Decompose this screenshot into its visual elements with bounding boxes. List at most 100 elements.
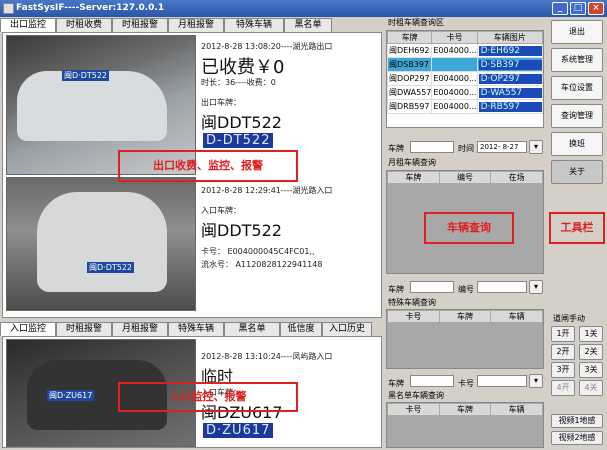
special-plate-label: 车牌 [388,379,404,388]
table-row[interactable]: 闽DWA557 E004000... D·WA557 [386,85,544,100]
table-row[interactable]: 闽DSB397 D·SB397 [386,57,544,72]
tab-entry-history[interactable]: 入口历史 [322,322,372,336]
monthly-number-input[interactable] [477,281,527,293]
gate-3-open-button[interactable]: 3开 [551,362,575,378]
exit-plate: 闽DDT522 [201,113,282,132]
video2-sensor-button[interactable]: 视频2地感 [551,431,603,445]
tab-hourly-fee[interactable]: 时租收费 [56,18,112,32]
hourly-query-title: 时租车辆查询区 [388,18,444,27]
cell-plate: 闽DOP297 [386,71,433,86]
col-plate: 车牌 [386,31,433,44]
col-plate: 车牌 [387,171,440,184]
shift-change-button[interactable]: 换班 [551,132,603,156]
cell-image: D·RB597 [478,101,542,112]
cell-card [431,57,478,72]
col-plate: 车牌 [438,403,492,416]
gate-1-close-button[interactable]: 1关 [579,326,603,342]
monthly-plate-input[interactable] [410,281,454,293]
blacklist-query-grid: 卡号 车牌 车辆 [386,402,544,448]
special-card-label: 卡号 [458,379,474,388]
gate-4-close-button[interactable]: 4关 [579,380,603,396]
tab-monthly-alarm[interactable]: 月租报警 [168,18,224,32]
hourly-plate-input[interactable] [410,141,454,153]
col-vehicle: 车辆 [490,310,543,323]
tab-blacklist[interactable]: 黑名单 [284,18,332,32]
special-query-title: 特殊车辆查询 [388,298,436,307]
window-title: FastSysIF----Server:127.0.0.1 [16,3,165,13]
cell-plate: 闽DWA557 [386,85,433,100]
gate-1-open-button[interactable]: 1开 [551,326,575,342]
cell-plate: 闽DRB597 [386,99,433,114]
entry-photo-plate: 闽D·DT522 [87,262,135,273]
exit-button[interactable]: 退出 [551,20,603,44]
car-shape [37,192,167,292]
entry-camera-photo: 闽D·DT522 [6,177,196,311]
blacklist-query-title: 黑名单车辆查询 [388,391,444,400]
hourly-time-label: 时间 [458,144,474,153]
about-button[interactable]: 关于 [551,160,603,184]
exit-plate-label: 出口车牌： [201,98,241,107]
cell-image: D·WA557 [478,87,542,98]
query-management-button[interactable]: 查询管理 [551,104,603,128]
annotation-exit: 出口收费、监控、报警 [118,150,298,182]
table-row[interactable]: 闽DOP297 E004000... D·OP297 [386,71,544,86]
cell-card: E004000... [431,85,478,100]
tab-entry-monitor[interactable]: 入口监控 [0,322,56,336]
car-shape [17,71,167,141]
tab-entry-monthly-alarm[interactable]: 月租报警 [112,322,168,336]
special-search-button[interactable]: ▾ [529,374,543,388]
entry-live-time: 2012-8-28 13:10:24----凤屿路入口 [201,352,333,361]
tab-exit-monitor[interactable]: 出口监控 [0,18,56,32]
app-icon [3,3,14,14]
exit-time: 2012-8-28 13:08:20----湖光路出口 [201,42,333,51]
cell-image: D·SB397 [478,59,542,70]
monthly-query-title: 月租车辆查询 [388,158,436,167]
minimize-button[interactable]: _ [552,2,568,15]
tab-low-confidence[interactable]: 低信度 [280,322,322,336]
cell-card: E004000... [431,43,478,58]
entry-card: 卡号： E004000045C4FC01,, [201,247,315,256]
entry-live-photo-plate: 闽D·ZU617 [47,390,95,401]
window-titlebar: FastSysIF----Server:127.0.0.1 _ □ × [0,0,607,17]
maximize-button[interactable]: □ [570,2,586,15]
annotation-vehicle-query: 车辆查询 [424,212,514,244]
col-number: 编号 [438,171,492,184]
entry-plate-label: 入口车牌： [201,206,241,215]
tab-entry-blacklist[interactable]: 黑名单 [224,322,280,336]
entry-time: 2012-8-28 12:29:41----湖光路入口 [201,186,333,195]
close-button[interactable]: × [588,2,604,15]
cell-card: E004000... [431,99,478,114]
gate-2-open-button[interactable]: 2开 [551,344,575,360]
entry-plate: 闽DDT522 [201,221,282,240]
table-row[interactable]: 闽DEH692 E004000... D·EH692 [386,43,544,58]
col-image: 车辆图片 [476,31,544,44]
special-plate-input[interactable] [410,375,454,387]
hourly-date-picker[interactable]: 2012- 8-27 [477,141,527,153]
monthly-number-label: 编号 [458,285,474,294]
hourly-plate-label: 车牌 [388,144,404,153]
tab-special-vehicle[interactable]: 特殊车辆 [224,18,284,32]
tab-entry-hourly-alarm[interactable]: 时租报警 [56,322,112,336]
special-query-grid: 卡号 车牌 车辆 [386,309,544,369]
col-plate: 车牌 [438,310,492,323]
parking-settings-button[interactable]: 车位设置 [551,76,603,100]
gate-manual-title: 道闸手动 [553,314,585,323]
table-row[interactable]: 闽DRB597 E004000... D·RB597 [386,99,544,114]
tab-hourly-alarm[interactable]: 时租报警 [112,18,168,32]
special-card-input[interactable] [477,375,527,387]
exit-tabs: 出口监控 时租收费 时租报警 月租报警 特殊车辆 黑名单 [0,18,332,32]
video1-sensor-button[interactable]: 视频1地感 [551,414,603,428]
gate-2-close-button[interactable]: 2关 [579,344,603,360]
monthly-search-button[interactable]: ▾ [529,280,543,294]
cell-plate: 闽DEH692 [386,43,433,58]
hourly-search-button[interactable]: ▾ [529,140,543,154]
system-management-button[interactable]: 系统管理 [551,48,603,72]
gate-3-close-button[interactable]: 3关 [579,362,603,378]
tab-entry-special[interactable]: 特殊车辆 [168,322,224,336]
gate-4-open-button[interactable]: 4开 [551,380,575,396]
col-vehicle: 车辆 [490,403,543,416]
hourly-query-grid: 车牌 卡号 车辆图片 闽DEH692 E004000... D·EH692 闽DSB… [386,30,544,128]
exit-fee: 已收费￥0 [201,57,285,78]
entry-live-plate-image: D·ZU617 [203,423,274,438]
entry-serial: 流水号： A1120828122941148 [201,260,323,269]
